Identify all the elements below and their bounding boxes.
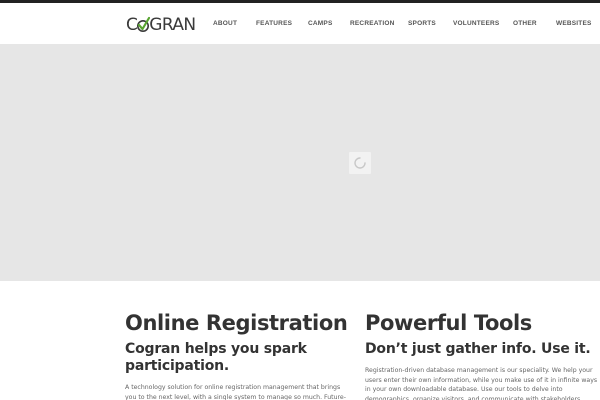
section-subtitle: Cogran helps you spark participation. — [125, 341, 307, 374]
online-registration-section: Online Registration Cogran helps you spa… — [125, 310, 350, 400]
nav-item-volunteers[interactable]: VOLUNTEERS — [453, 20, 499, 27]
section-title: Powerful Tools — [365, 311, 532, 335]
site-header: C GRAN ABOUT FEATURES CAMPS RECREATION S… — [0, 3, 600, 44]
nav-item-camps[interactable]: CAMPS — [308, 20, 332, 27]
nav-item-features[interactable]: FEATURES — [256, 20, 292, 27]
nav-item-about[interactable]: ABOUT — [213, 20, 237, 27]
nav-item-websites[interactable]: WEBSITES — [556, 20, 592, 27]
nav-item-other[interactable]: OTHER — [513, 20, 537, 27]
section-title: Online Registration — [125, 311, 348, 335]
section-body: Registration-driven database management … — [365, 367, 598, 400]
main-navigation: ABOUT FEATURES CAMPS RECREATION SPORTS V… — [0, 20, 600, 32]
spinner-icon — [349, 152, 371, 174]
section-body: A technology solution for online registr… — [125, 384, 346, 400]
powerful-tools-section: Powerful Tools Don’t just gather info. U… — [365, 310, 600, 400]
hero-slider — [0, 44, 600, 281]
section-subtitle: Don’t just gather info. Use it. — [365, 341, 591, 357]
nav-item-recreation[interactable]: RECREATION — [350, 20, 395, 27]
nav-item-sports[interactable]: SPORTS — [408, 20, 436, 27]
